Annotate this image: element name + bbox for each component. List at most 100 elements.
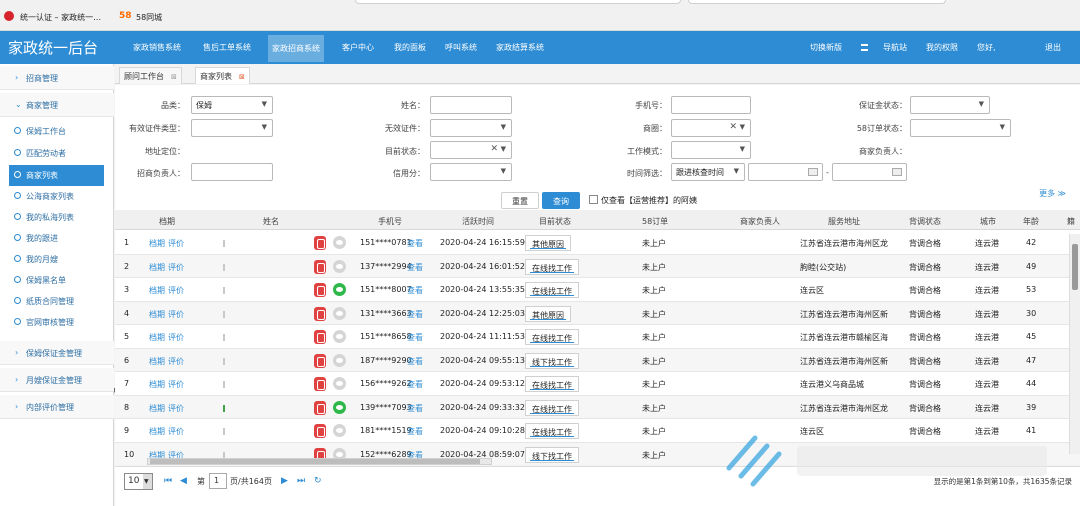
nav-item-customer-center[interactable]: 客户中心 (342, 42, 374, 53)
view-phone-link[interactable]: 查看 (407, 356, 423, 367)
end-date-input[interactable] (832, 163, 907, 181)
view-phone-link[interactable]: 查看 (407, 285, 423, 296)
close-icon[interactable]: ⊠ (171, 73, 177, 81)
status-select[interactable]: 在线找工作 (525, 376, 579, 392)
nav-item-sales[interactable]: 家政销售系统 (133, 42, 181, 53)
page-number-input[interactable]: 1 (209, 473, 227, 489)
col-header-age[interactable]: 年龄 (1023, 216, 1039, 227)
recommended-only-checkbox[interactable] (589, 195, 598, 204)
chat-icon[interactable] (333, 236, 346, 249)
wechat-icon[interactable] (333, 400, 346, 414)
evaluate-link[interactable]: 评价 (168, 426, 184, 437)
table-row[interactable]: 7 档期 评价 156****9262 查看 2020-04-24 09:53:12 在线找… (115, 372, 1080, 396)
time-filter-select[interactable]: 跟进核查时间 ▼ (671, 163, 745, 181)
table-row[interactable]: 6 档期 评价 187****9290 查看 2020-04-24 09:55:13 线下找… (115, 348, 1080, 372)
my-permissions-link[interactable]: 我的权限 (926, 42, 958, 53)
browser-search-field[interactable] (688, 0, 946, 4)
evaluate-link[interactable]: 评价 (168, 262, 184, 273)
phone-input[interactable] (671, 96, 751, 114)
cert-type-select[interactable]: ▼ (191, 119, 273, 137)
wechat-icon[interactable] (333, 283, 346, 296)
schedule-link[interactable]: 档期 (149, 285, 165, 296)
calendar-icon[interactable] (892, 168, 902, 176)
scrollbar-thumb[interactable] (1072, 244, 1078, 290)
nav-item-settlement[interactable]: 家政结算系统 (496, 42, 544, 53)
col-header-order58[interactable]: 58订单 (642, 216, 668, 227)
page-size-select[interactable]: 10 ▼ (124, 473, 153, 490)
reset-button[interactable]: 重置 (501, 192, 539, 209)
grid-icon[interactable] (861, 44, 868, 51)
recruiter-input[interactable] (191, 163, 273, 181)
nav-site-link[interactable]: 导航站 (883, 42, 907, 53)
col-header-phone[interactable]: 手机号 (378, 216, 402, 227)
sidebar-item-merchant-list[interactable]: 商家列表 (9, 165, 104, 186)
status-select[interactable]: 在线找工作 (525, 329, 579, 345)
table-row[interactable]: 1 档期 评价 151****0781 查看 2020-04-24 16:15:59 其他原… (115, 231, 1080, 255)
last-page-icon[interactable]: ⏭ (297, 476, 305, 486)
phone-call-icon[interactable] (314, 377, 326, 391)
view-phone-link[interactable]: 查看 (407, 379, 423, 390)
calendar-icon[interactable] (808, 168, 818, 176)
status-select[interactable]: 在线找工作 (525, 399, 579, 416)
chat-icon[interactable] (333, 424, 346, 437)
first-page-icon[interactable]: ⏮ (164, 476, 172, 486)
col-header-merchant-owner[interactable]: 商家负责人 (740, 216, 780, 227)
status-select[interactable]: 在线找工作 (525, 258, 579, 275)
refresh-icon[interactable]: ↻ (314, 476, 322, 486)
category-select[interactable]: 保姆 ▼ (191, 96, 273, 114)
scrollbar-thumb[interactable] (150, 459, 480, 464)
clear-icon[interactable]: ✕ (729, 122, 737, 132)
table-row[interactable]: 5 档期 评价 151****8658 查看 2020-04-24 11:11:53 在线找… (115, 325, 1080, 349)
tab-advisor-workbench[interactable]: 顾问工作台 ⊠ (119, 67, 182, 84)
schedule-link[interactable]: 档期 (149, 238, 165, 249)
phone-call-icon[interactable] (314, 306, 326, 321)
query-button[interactable]: 查询 (542, 192, 580, 209)
view-phone-link[interactable]: 查看 (407, 426, 423, 437)
deposit-status-select[interactable]: ▼ (910, 96, 990, 114)
schedule-link[interactable]: 档期 (149, 262, 165, 273)
table-horizontal-scrollbar[interactable] (147, 458, 492, 465)
schedule-link[interactable]: 档期 (149, 403, 165, 414)
sidebar-item-nanny-workbench[interactable]: 保姆工作台 (0, 121, 114, 142)
chat-icon[interactable] (333, 259, 346, 273)
invalid-cert-select[interactable]: ▼ (430, 119, 512, 137)
table-row[interactable]: 9 档期 评价 181****1519 查看 2020-04-24 09:10:28 在线找… (115, 419, 1080, 443)
schedule-link[interactable]: 档期 (149, 356, 165, 367)
col-header-status[interactable]: 目前状态 (539, 216, 571, 227)
col-header-active-time[interactable]: 活跃时间 (462, 216, 494, 227)
evaluate-link[interactable]: 评价 (168, 379, 184, 390)
sidebar-item-public-merchants[interactable]: 公海商家列表 (0, 186, 114, 207)
schedule-link[interactable]: 档期 (149, 379, 165, 390)
tab-merchant-list[interactable]: 商家列表 ⊠ (195, 67, 250, 84)
phone-call-icon[interactable] (314, 259, 326, 274)
col-header-address[interactable]: 服务地址 (828, 216, 860, 227)
sidebar-item-match-worker[interactable]: 匹配劳动者 (0, 143, 114, 164)
view-phone-link[interactable]: 查看 (407, 262, 423, 273)
phone-call-icon[interactable] (314, 236, 326, 250)
status-select[interactable]: 线下找工作 (525, 352, 579, 369)
evaluate-link[interactable]: 评价 (168, 309, 184, 320)
browser-tab2-title[interactable]: 58同城 (136, 12, 162, 23)
logout-link[interactable]: 退出 (1045, 42, 1061, 53)
sidebar-item-site-review[interactable]: 官网审核管理 (0, 312, 114, 333)
close-icon[interactable]: ⊠ (239, 73, 245, 81)
view-phone-link[interactable]: 查看 (407, 238, 423, 249)
phone-call-icon[interactable] (314, 424, 326, 438)
credit-select[interactable]: ▼ (430, 163, 512, 181)
status-select[interactable]: 其他原因 (525, 305, 571, 322)
sidebar-group-nanny-deposit[interactable]: › 保姆保证金管理 (0, 341, 114, 365)
status-select[interactable]: 线下找工作 (525, 446, 579, 463)
table-vertical-scrollbar[interactable] (1069, 234, 1080, 454)
col-header-native[interactable]: 籍 (1067, 216, 1075, 227)
schedule-link[interactable]: 档期 (149, 426, 165, 437)
clear-icon[interactable]: ✕ (490, 144, 498, 154)
table-row[interactable]: 3 档期 评价 151****8007 查看 2020-04-24 13:55:35 在线找… (115, 278, 1080, 302)
browser-tab-title[interactable]: 统一认证 – 家政统一… (20, 12, 101, 23)
shop-area-select[interactable]: ✕ ▼ (671, 119, 751, 137)
nav-item-call-system[interactable]: 呼叫系统 (445, 42, 477, 53)
prev-page-icon[interactable]: ◀ (180, 476, 187, 486)
table-row[interactable]: 2 档期 评价 137****2994 查看 2020-04-24 16:01:52 在线找… (115, 254, 1080, 278)
schedule-link[interactable]: 档期 (149, 309, 165, 320)
evaluate-link[interactable]: 评价 (168, 356, 184, 367)
status-select[interactable]: 在线找工作 (525, 423, 579, 439)
